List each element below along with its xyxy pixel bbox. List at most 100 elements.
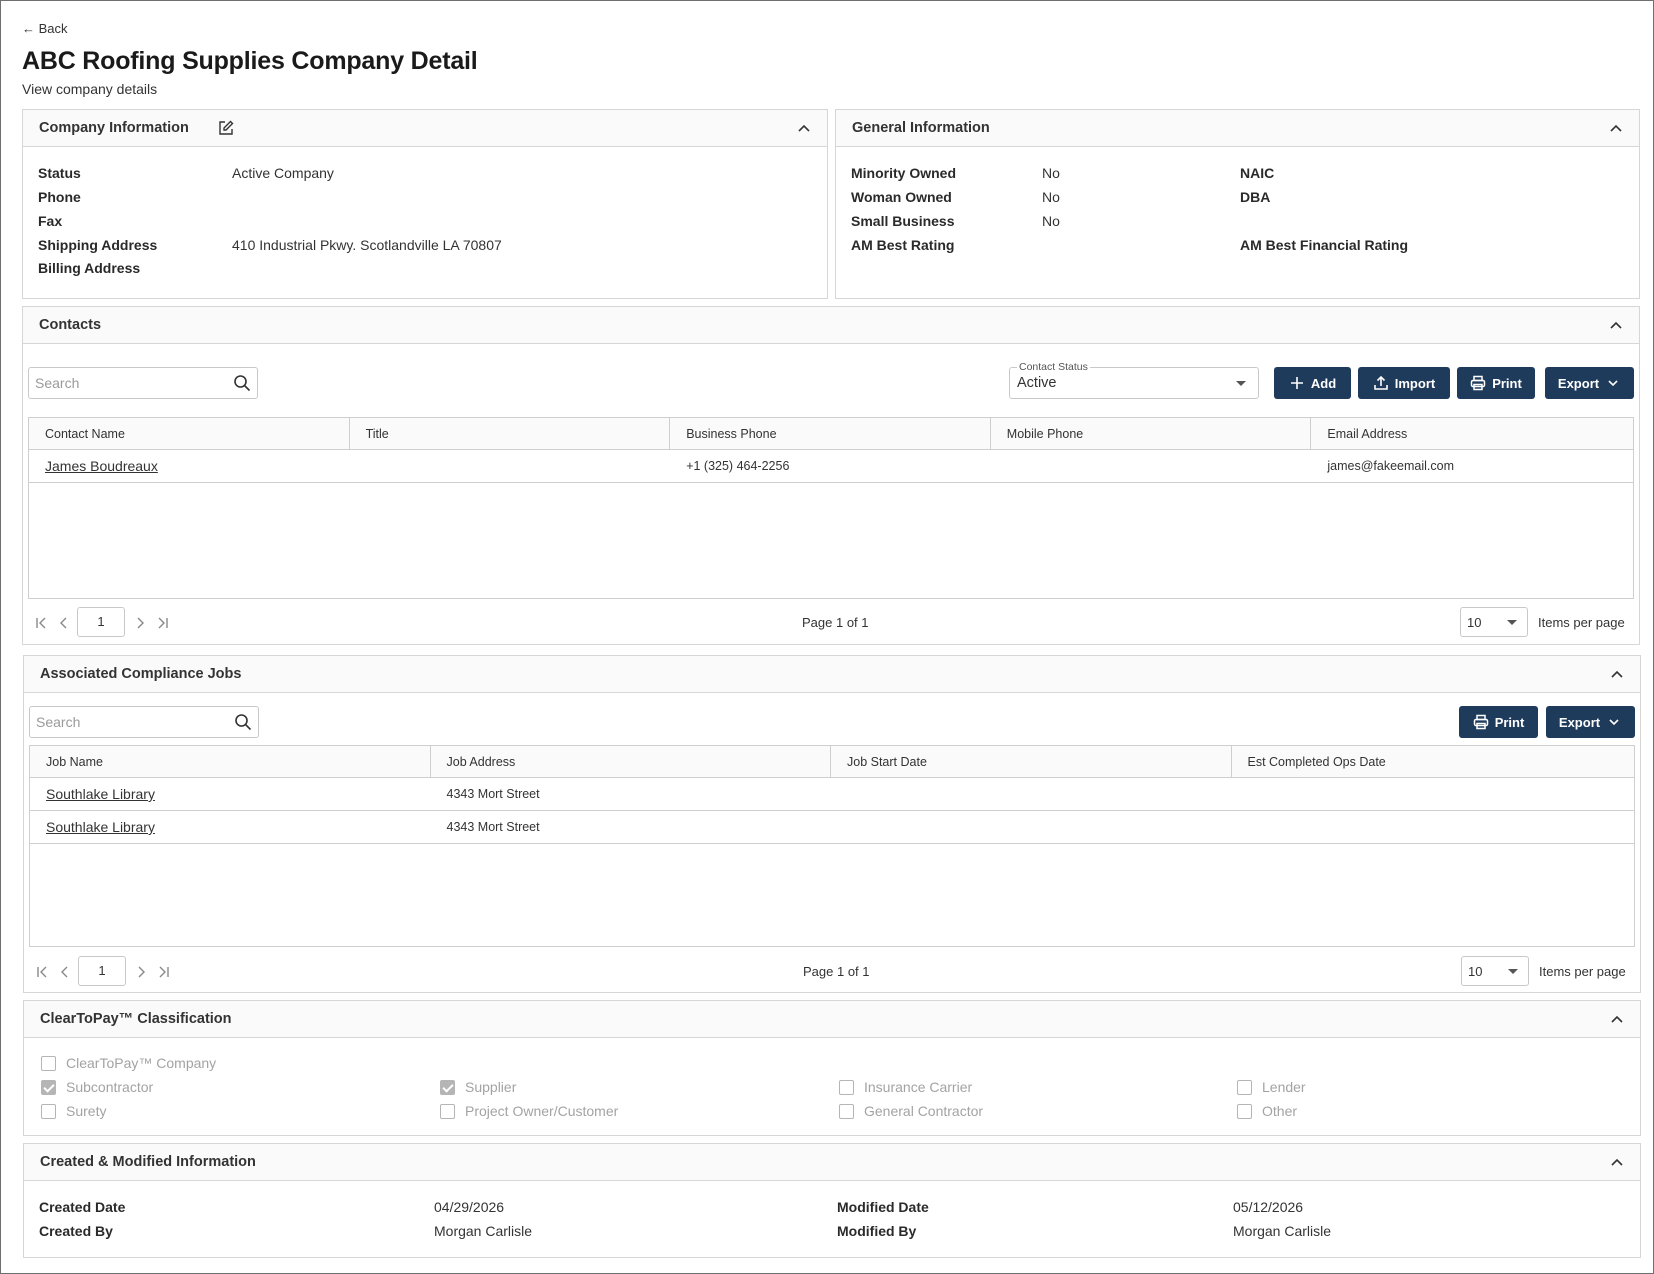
- checkbox-label: General Contractor: [864, 1103, 984, 1119]
- woman-owned-label: Woman Owned: [851, 189, 952, 205]
- column-header[interactable]: Est Completed Ops Date: [1232, 746, 1635, 777]
- job-name-link[interactable]: Southlake Library: [46, 786, 155, 802]
- next-page-icon[interactable]: [132, 615, 148, 631]
- subcontractor-checkbox[interactable]: Subcontractor: [41, 1079, 153, 1095]
- job-name-link[interactable]: Southlake Library: [46, 819, 155, 835]
- dropdown-caret-icon: [1508, 969, 1518, 974]
- column-header[interactable]: Contact Name: [29, 418, 350, 449]
- job-name-cell: Southlake Library: [30, 811, 431, 843]
- dropdown-caret-icon: [1507, 620, 1517, 625]
- contact-name-link[interactable]: James Boudreaux: [45, 458, 158, 474]
- export-button[interactable]: Export: [1545, 367, 1634, 399]
- table-header: Contact Name Title Business Phone Mobile…: [29, 418, 1633, 450]
- contacts-header[interactable]: Contacts: [23, 307, 1639, 344]
- created-by-label: Created By: [39, 1223, 113, 1239]
- print-button[interactable]: Print: [1457, 367, 1535, 399]
- shipping-address-label: Shipping Address: [38, 237, 158, 253]
- checkbox-box: [839, 1079, 854, 1095]
- project-owner-checkbox[interactable]: Project Owner/Customer: [440, 1103, 618, 1119]
- page-number-input[interactable]: 1: [78, 956, 126, 986]
- supplier-checkbox[interactable]: Supplier: [440, 1079, 516, 1095]
- print-button[interactable]: Print: [1459, 706, 1538, 738]
- export-button-label: Export: [1557, 375, 1600, 391]
- import-button-label: Import: [1394, 375, 1436, 391]
- checkbox-box: [41, 1079, 56, 1095]
- export-button-label: Export: [1558, 714, 1601, 730]
- first-page-icon[interactable]: [35, 964, 51, 980]
- contact-status-select[interactable]: Contact Status Active: [1009, 361, 1259, 399]
- last-page-icon[interactable]: [154, 615, 170, 631]
- checkbox-box: [839, 1103, 854, 1119]
- column-header[interactable]: Email Address: [1311, 418, 1633, 449]
- status-label: Status: [38, 165, 81, 181]
- collapse-icon[interactable]: [1609, 319, 1623, 331]
- cleartopay-company-checkbox[interactable]: ClearToPay™ Company: [41, 1055, 216, 1071]
- checkbox-box: [41, 1103, 56, 1119]
- column-header[interactable]: Title: [350, 418, 671, 449]
- print-button-label: Print: [1492, 375, 1522, 391]
- column-header[interactable]: Mobile Phone: [991, 418, 1312, 449]
- import-button[interactable]: Import: [1358, 367, 1450, 399]
- column-header[interactable]: Job Name: [30, 746, 431, 777]
- last-page-icon[interactable]: [155, 964, 171, 980]
- created-modified-header[interactable]: Created & Modified Information: [24, 1144, 1640, 1181]
- edit-icon[interactable]: [217, 119, 235, 137]
- jobs-search: [29, 706, 259, 738]
- collapse-icon[interactable]: [1610, 1013, 1624, 1025]
- lender-checkbox[interactable]: Lender: [1237, 1079, 1306, 1095]
- back-link[interactable]: ← Back: [22, 21, 68, 36]
- page-info: Page 1 of 1: [803, 964, 870, 979]
- compliance-jobs-header[interactable]: Associated Compliance Jobs: [24, 656, 1640, 693]
- items-per-page-value: 10: [1467, 615, 1482, 630]
- jobs-table: Job Name Job Address Job Start Date Est …: [29, 745, 1635, 947]
- collapse-icon[interactable]: [1609, 122, 1623, 134]
- search-icon[interactable]: [234, 713, 252, 731]
- previous-page-icon[interactable]: [57, 964, 73, 980]
- created-modified-title: Created & Modified Information: [40, 1154, 256, 1170]
- add-button[interactable]: Add: [1274, 367, 1351, 399]
- contacts-table: Contact Name Title Business Phone Mobile…: [28, 417, 1634, 599]
- minority-owned-value: No: [1042, 165, 1060, 181]
- surety-checkbox[interactable]: Surety: [41, 1103, 106, 1119]
- page-number-input[interactable]: 1: [77, 607, 125, 637]
- column-header[interactable]: Business Phone: [670, 418, 991, 449]
- collapse-icon[interactable]: [797, 122, 811, 134]
- collapse-icon[interactable]: [1610, 668, 1624, 680]
- modified-by-label: Modified By: [837, 1223, 917, 1239]
- first-page-icon[interactable]: [34, 615, 50, 631]
- contacts-title: Contacts: [39, 317, 102, 333]
- previous-page-icon[interactable]: [56, 615, 72, 631]
- chevron-down-icon: [1608, 380, 1618, 387]
- items-per-page-select[interactable]: 10: [1461, 956, 1529, 986]
- checkbox-label: Insurance Carrier: [864, 1079, 973, 1095]
- printer-icon: [1473, 714, 1488, 730]
- checkbox-box: [41, 1055, 56, 1071]
- general-information-header[interactable]: General Information: [836, 110, 1639, 147]
- company-information-header[interactable]: Company Information: [23, 110, 827, 147]
- insurance-carrier-checkbox[interactable]: Insurance Carrier: [839, 1079, 972, 1095]
- general-contractor-checkbox[interactable]: General Contractor: [839, 1103, 983, 1119]
- printer-icon: [1470, 375, 1486, 391]
- checkbox-label: ClearToPay™ Company: [66, 1055, 217, 1071]
- page-subtitle: View company details: [22, 81, 158, 97]
- created-by-value: Morgan Carlisle: [434, 1223, 533, 1239]
- am-best-rating-label: AM Best Rating: [851, 237, 955, 253]
- general-information-panel: General Information Minority Owned No Wo…: [835, 109, 1640, 299]
- contacts-search-input[interactable]: [29, 368, 229, 398]
- jobs-search-input[interactable]: [30, 707, 230, 737]
- classification-header[interactable]: ClearToPay™ Classification: [24, 1001, 1640, 1038]
- next-page-icon[interactable]: [133, 964, 149, 980]
- created-date-value: 04/29/2026: [434, 1199, 505, 1215]
- page-info: Page 1 of 1: [802, 615, 869, 630]
- column-header[interactable]: Job Address: [431, 746, 831, 777]
- job-address-cell: 4343 Mort Street: [446, 820, 540, 834]
- add-button-label: Add: [1310, 375, 1337, 391]
- search-icon[interactable]: [233, 374, 251, 392]
- company-information-panel: Company Information Status Active Compan…: [22, 109, 828, 299]
- export-button[interactable]: Export: [1546, 706, 1635, 738]
- minority-owned-label: Minority Owned: [851, 165, 956, 181]
- column-header[interactable]: Job Start Date: [831, 746, 1232, 777]
- items-per-page-select[interactable]: 10: [1460, 607, 1528, 637]
- collapse-icon[interactable]: [1610, 1156, 1624, 1168]
- other-checkbox[interactable]: Other: [1237, 1103, 1297, 1119]
